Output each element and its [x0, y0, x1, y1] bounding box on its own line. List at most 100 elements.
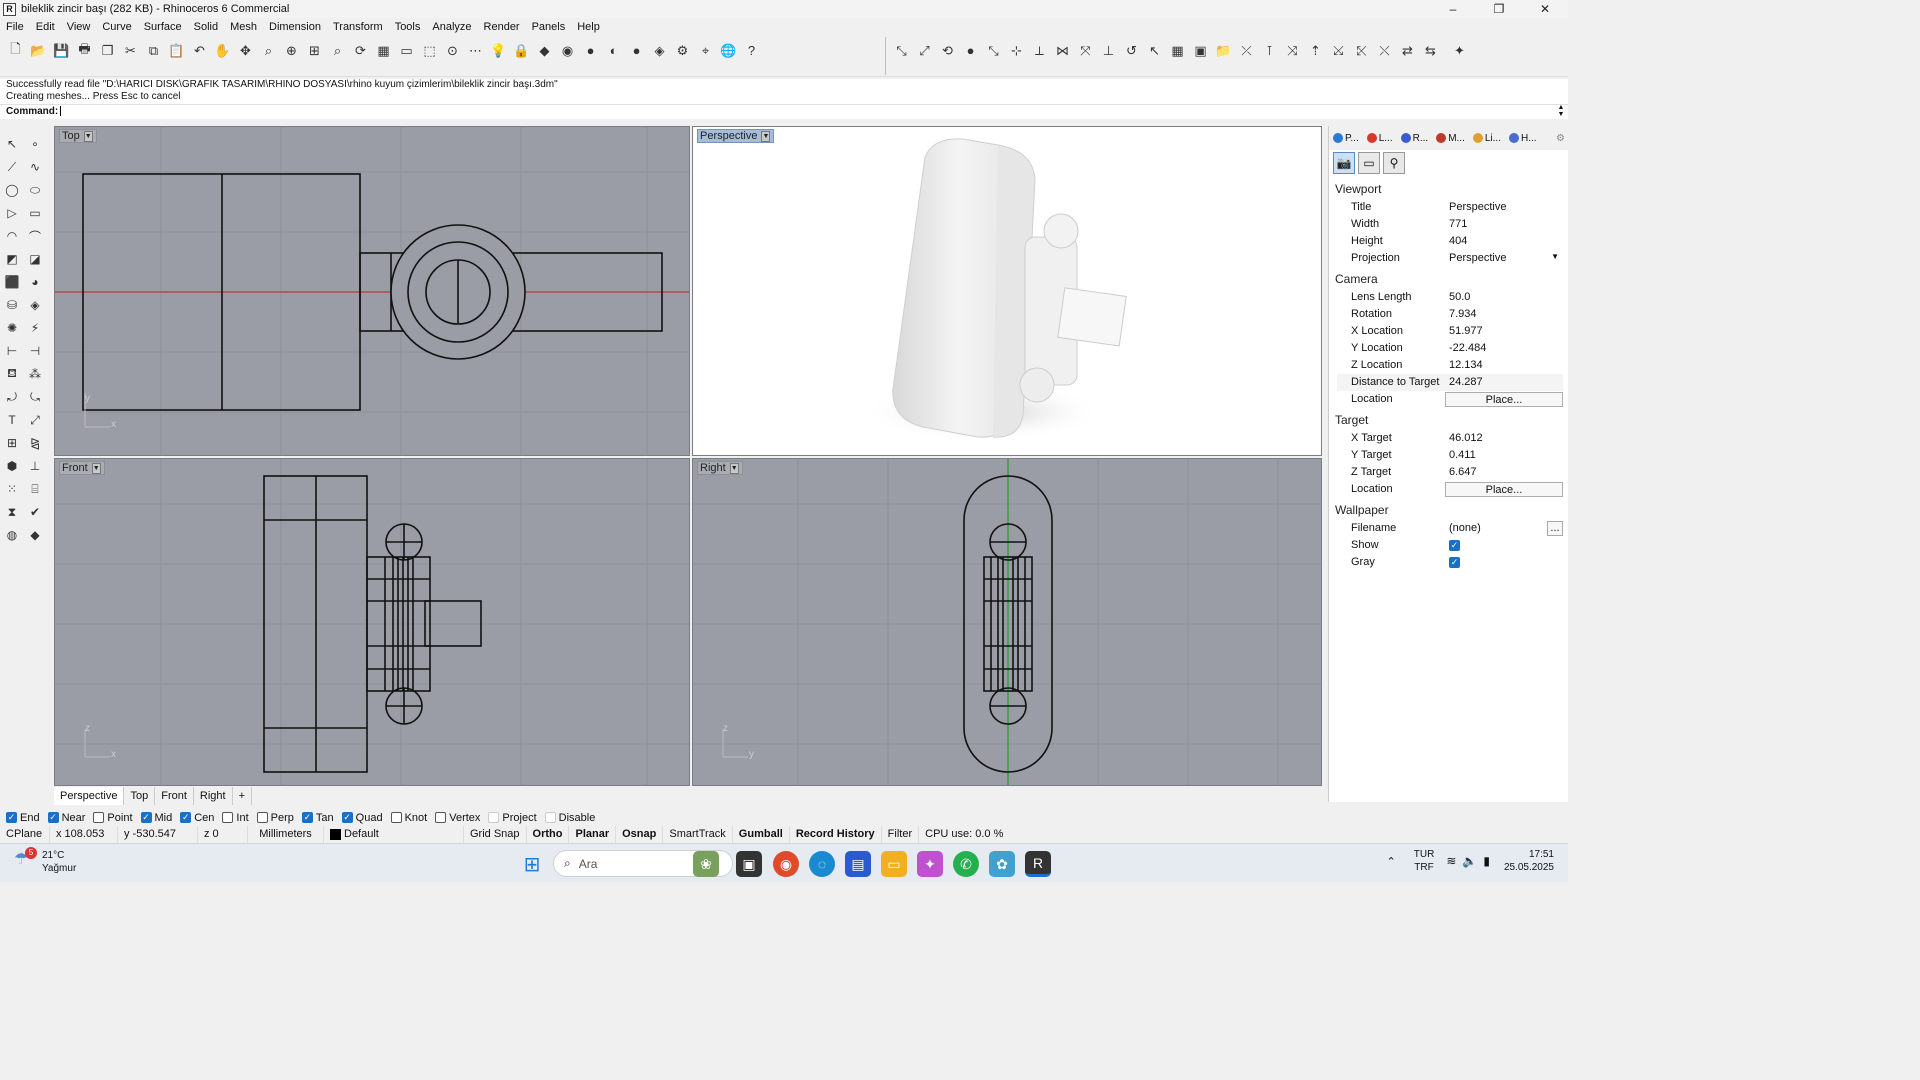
copy-icon[interactable]: ⧉ — [142, 39, 165, 62]
viewport-label-top[interactable]: Top ▼ — [59, 129, 97, 143]
menu-dimension[interactable]: Dimension — [263, 21, 327, 33]
transform-tool-6-icon[interactable]: ⊹ — [1005, 39, 1028, 62]
grid-array-icon[interactable]: ⁙ — [2, 479, 22, 499]
browse-button[interactable]: ... — [1547, 521, 1563, 536]
viewport-menu-chevron-icon[interactable]: ▼ — [83, 130, 93, 142]
transform-tool-1-icon[interactable]: ⤡ — [890, 39, 913, 62]
transform-tool-24-icon[interactable]: ⇆ — [1419, 39, 1442, 62]
perspective-viewport[interactable]: Perspective ▼ — [692, 126, 1322, 456]
menu-mesh[interactable]: Mesh — [224, 21, 263, 33]
group-icon[interactable]: ⁂ — [25, 364, 45, 384]
ortho-toggle[interactable]: Ortho — [527, 826, 570, 843]
add-tab-icon[interactable]: + — [233, 787, 253, 805]
filter-toggle[interactable]: Filter — [882, 826, 920, 843]
tray-chevron-up-icon[interactable]: ⌃ — [1387, 855, 1396, 868]
edge-icon[interactable]: ◌ — [809, 851, 835, 877]
zoom-extents-icon[interactable]: ⊞ — [303, 39, 326, 62]
copilot-icon[interactable]: ✦ — [917, 851, 943, 877]
surface-icon[interactable]: ◩ — [2, 249, 22, 269]
array-tool-icon[interactable]: ⊞ — [2, 433, 22, 453]
wifi-icon[interactable]: ≋ — [1446, 854, 1456, 868]
rotate-view-icon[interactable]: ⟳ — [349, 39, 372, 62]
transform-tool-23-icon[interactable]: ⇄ — [1396, 39, 1419, 62]
units-status[interactable]: Millimeters — [248, 826, 324, 843]
lock-icon[interactable]: 🔒 — [510, 39, 533, 62]
zoom-window-icon[interactable]: ⊕ — [280, 39, 303, 62]
gray-checkbox[interactable]: ✓ — [1449, 557, 1460, 568]
osnap-int[interactable]: Int — [222, 812, 249, 824]
undo-icon[interactable]: ↶ — [188, 39, 211, 62]
planar-toggle[interactable]: Planar — [569, 826, 617, 843]
checkbox-end[interactable]: ✓ — [6, 812, 17, 823]
projection-select[interactable]: Perspective — [1445, 250, 1563, 267]
windows-start-icon[interactable]: ⊞ — [519, 851, 545, 877]
four-viewports-icon[interactable]: ▦ — [372, 39, 395, 62]
transform-tool-9-icon[interactable]: ⤧ — [1074, 39, 1097, 62]
extrude-surface-icon[interactable]: ◪ — [25, 249, 45, 269]
transform-tool-11-icon[interactable]: ↺ — [1120, 39, 1143, 62]
transform-tool-20-icon[interactable]: ⤩ — [1327, 39, 1350, 62]
viewport-label-perspective[interactable]: Perspective ▼ — [697, 129, 775, 143]
polyline-icon[interactable]: ⟋ — [2, 157, 22, 177]
checkbox-int[interactable] — [222, 812, 234, 823]
box-icon[interactable]: ⬛ — [2, 272, 22, 292]
tab-materials[interactable]: M... — [1432, 133, 1469, 144]
target-place-button[interactable]: Place... — [1445, 482, 1563, 497]
transform-tool-17-icon[interactable]: ⊺ — [1258, 39, 1281, 62]
minimize-button[interactable]: – — [1430, 0, 1476, 18]
prop-title-value[interactable]: Perspective — [1445, 199, 1563, 216]
y-location-value[interactable]: -22.484 — [1445, 340, 1563, 357]
top-viewport[interactable]: Top ▼ y x — [54, 126, 690, 456]
transform-tool-10-icon[interactable]: ⊥ — [1097, 39, 1120, 62]
rhino-taskbar-icon[interactable]: R — [1025, 851, 1051, 877]
block-icon[interactable]: ▣ — [1189, 39, 1212, 62]
menu-render[interactable]: Render — [478, 21, 526, 33]
solid-tool-icon[interactable]: ⬢ — [2, 456, 22, 476]
fillet-curve-icon[interactable]: ⌒ — [25, 226, 45, 246]
osnap-end[interactable]: ✓ End — [6, 812, 40, 824]
transform-tool-18-icon[interactable]: ⤨ — [1281, 39, 1304, 62]
gumball-toggle[interactable]: Gumball — [733, 826, 790, 843]
arc-icon[interactable]: ◠ — [2, 226, 22, 246]
checkbox-quad[interactable]: ✓ — [341, 812, 353, 823]
paint-bucket-icon[interactable]: ⛾ — [2, 364, 22, 384]
material-icon[interactable]: ◈ — [648, 39, 671, 62]
help-icon[interactable]: ? — [740, 39, 763, 62]
tab-render[interactable]: R... — [1397, 133, 1433, 144]
lens-length-value[interactable]: 50.0 — [1445, 289, 1563, 306]
x-target-value[interactable]: 46.012 — [1445, 430, 1563, 447]
prop-width-value[interactable]: 771 — [1445, 216, 1563, 233]
language-indicator[interactable]: TUR TRF — [1414, 848, 1435, 874]
file-explorer-icon[interactable]: ▭ — [881, 851, 907, 877]
object-properties-icon[interactable]: ⚲ — [1383, 152, 1405, 174]
osnap-tan[interactable]: ✓ Tan — [301, 812, 334, 824]
camera-place-button[interactable]: Place... — [1445, 392, 1563, 407]
osnap-quad[interactable]: ✓ Quad — [341, 812, 383, 824]
viewport-frame-icon[interactable]: ▭ — [1358, 152, 1380, 174]
mesh-icon[interactable]: ◈ — [25, 295, 45, 315]
checkbox-tan[interactable]: ✓ — [301, 812, 313, 823]
panel-settings-gear-icon[interactable]: ⚙ — [1552, 133, 1569, 144]
rendered-icon[interactable]: ◐ — [602, 39, 625, 62]
tab-help[interactable]: H... — [1505, 133, 1541, 144]
mirror-icon[interactable]: ⧎ — [25, 433, 45, 453]
menu-file[interactable]: File — [0, 21, 30, 33]
shade-icon[interactable]: ◍ — [2, 525, 22, 545]
store-icon[interactable]: ▤ — [845, 851, 871, 877]
viewport-menu-chevron-icon[interactable]: ▼ — [761, 130, 771, 142]
cut-icon[interactable]: ✂ — [119, 39, 142, 62]
polygon-icon[interactable]: ▷ — [2, 203, 22, 223]
checkbox-cen[interactable]: ✓ — [180, 812, 192, 823]
tab-perspective[interactable]: Perspective — [54, 787, 125, 805]
cylinder-icon[interactable]: ⛁ — [2, 295, 22, 315]
osnap-point[interactable]: Point — [93, 812, 133, 824]
gumball-tool-icon[interactable]: ✦ — [1448, 39, 1471, 62]
osnap-toggle[interactable]: Osnap — [616, 826, 664, 843]
chrome-icon[interactable]: ◉ — [773, 851, 799, 877]
grid-snap-toggle[interactable]: Grid Snap — [464, 826, 527, 843]
tab-right[interactable]: Right — [194, 787, 233, 805]
dimension-icon[interactable]: ⌖ — [694, 39, 717, 62]
layer-status[interactable]: Default — [324, 826, 464, 843]
menu-edit[interactable]: Edit — [30, 21, 61, 33]
maximize-button[interactable]: ❐ — [1476, 0, 1522, 18]
